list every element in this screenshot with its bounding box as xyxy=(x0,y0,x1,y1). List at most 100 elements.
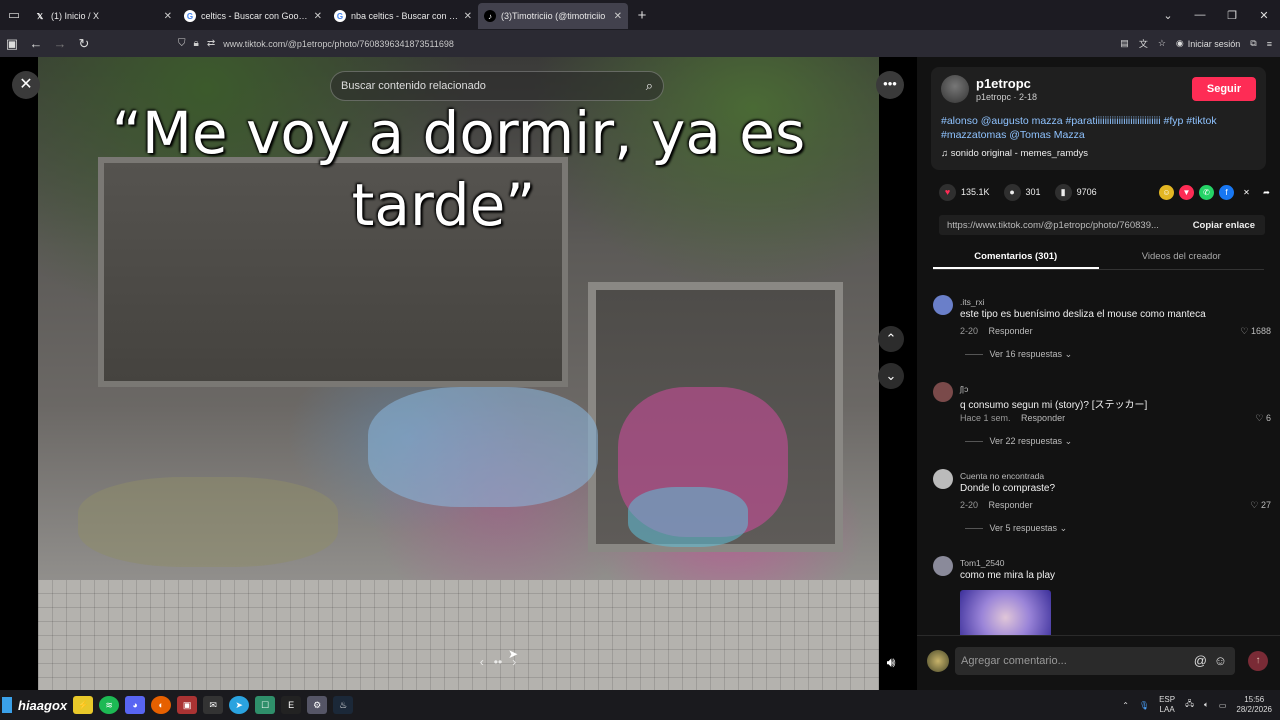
app-icon[interactable]: ▣ xyxy=(177,696,198,714)
comment-username[interactable]: Tom1_2540 xyxy=(960,558,1004,568)
mention-icon[interactable]: @ xyxy=(1194,647,1207,675)
signin-button[interactable]: ◉ Iniciar sesión xyxy=(1176,38,1240,49)
tab-google-celtics[interactable]: G celtics - Buscar con Google ✕ xyxy=(178,3,328,29)
tab-overflow-icon[interactable]: ⌄ xyxy=(1152,9,1184,22)
close-tab-icon[interactable]: ✕ xyxy=(464,11,472,22)
search-icon[interactable]: ⌕ xyxy=(646,78,653,94)
copy-link-button[interactable]: Copiar enlace xyxy=(1183,220,1265,231)
comment-username[interactable]: ʃ|ɔ xyxy=(960,384,968,394)
commenter-avatar[interactable] xyxy=(933,469,953,489)
permissions-icon[interactable]: ⇄ xyxy=(207,38,215,49)
next-post-button[interactable]: ⌄ xyxy=(878,363,904,389)
steam-icon[interactable]: ♨ xyxy=(333,696,354,714)
more-options-button[interactable]: ••• xyxy=(876,71,904,99)
minimize-icon[interactable]: — xyxy=(1184,9,1216,21)
comment-date: Hace 1 sem. xyxy=(960,413,1011,423)
view-replies-button[interactable]: Ver 5 respuestas ⌄ xyxy=(965,523,1068,534)
save-stat[interactable]: ▮ 9706 xyxy=(1054,183,1097,201)
language-indicator[interactable]: ESP LAA xyxy=(1159,695,1175,715)
commenter-avatar[interactable] xyxy=(933,382,953,402)
extensions-icon[interactable]: ⧉ xyxy=(1250,38,1256,49)
comment-input-placeholder: Agregar comentario... xyxy=(961,655,1067,667)
chat-app-icon[interactable]: ☐ xyxy=(255,696,276,714)
reply-button[interactable]: Responder xyxy=(989,500,1033,510)
url-text[interactable]: www.tiktok.com/@p1etropc/photo/760839634… xyxy=(223,39,454,49)
tray-expand-icon[interactable]: ⌃ xyxy=(1122,701,1129,710)
comment-like[interactable]: ♡ 27 xyxy=(1250,500,1271,511)
shield-icon[interactable]: ⛉ xyxy=(178,38,186,49)
pikachu-app-icon[interactable]: ⚡ xyxy=(73,696,94,714)
comment-username[interactable]: .its_rxi xyxy=(960,297,985,307)
discord-icon[interactable]: ◕ xyxy=(125,696,146,714)
close-tab-icon[interactable]: ✕ xyxy=(314,11,322,22)
previous-post-button[interactable]: ⌃ xyxy=(878,326,904,352)
network-icon[interactable]: 🖧︎ xyxy=(1185,698,1194,712)
spotify-icon[interactable]: ≋ xyxy=(99,696,120,714)
speaker-icon[interactable]: 🔈︎ xyxy=(1204,700,1209,710)
menu-icon[interactable]: ≡ xyxy=(1267,39,1272,49)
share-arrow-icon[interactable]: ➦ xyxy=(1259,185,1274,200)
back-icon[interactable]: ← xyxy=(24,36,48,51)
x-share-icon[interactable]: ✕ xyxy=(1239,185,1254,200)
maximize-icon[interactable]: ❐ xyxy=(1216,9,1248,22)
commenter-avatar[interactable] xyxy=(933,556,953,576)
close-window-icon[interactable]: ✕ xyxy=(1248,9,1280,22)
comment-like-count: 27 xyxy=(1260,500,1271,510)
lock-icon[interactable]: 🔒︎ xyxy=(194,38,199,49)
whatsapp-icon[interactable]: ✆ xyxy=(1199,184,1214,200)
comment-like[interactable]: ♡ 1688 xyxy=(1240,326,1271,337)
address-bar[interactable]: ⛉ 🔒︎ ⇄ www.tiktok.com/@p1etropc/photo/76… xyxy=(178,32,1078,55)
send-icon[interactable]: ▼ xyxy=(1179,184,1194,200)
tab-x[interactable]: 𝕏 (1) Inicio / X ✕ xyxy=(28,3,178,29)
translate-icon[interactable]: 文 xyxy=(1139,37,1148,50)
emoji-icon[interactable]: ☺ xyxy=(1214,647,1227,675)
battery-icon[interactable]: ▭ xyxy=(1219,701,1227,710)
view-replies-button[interactable]: Ver 22 respuestas ⌄ xyxy=(965,436,1073,447)
reload-icon[interactable]: ↻ xyxy=(72,36,96,52)
commenter-avatar[interactable] xyxy=(933,295,953,315)
tab-google-nba-celtics[interactable]: G nba celtics - Buscar con Google ✕ xyxy=(328,3,478,29)
view-replies-button[interactable]: Ver 16 respuestas ⌄ xyxy=(965,349,1073,360)
epic-games-icon[interactable]: ✉ xyxy=(203,696,224,714)
clock[interactable]: 15:56 28/2/2026 xyxy=(1236,695,1272,715)
settings-icon[interactable]: ⚙ xyxy=(307,696,328,714)
close-tab-icon[interactable]: ✕ xyxy=(164,11,172,22)
post-sound[interactable]: ♫ sonido original - memes_ramdys xyxy=(941,148,1088,159)
view-replies-label: Ver 22 respuestas xyxy=(989,436,1063,446)
epic-launcher-icon[interactable]: E xyxy=(281,696,302,714)
tab-creator-videos[interactable]: Videos del creador xyxy=(1099,247,1265,269)
firefox-icon[interactable]: ◐ xyxy=(151,696,172,714)
start-icon[interactable] xyxy=(2,697,12,713)
chevron-left-icon[interactable]: ‹ xyxy=(480,655,484,669)
embed-icon[interactable]: ☺ xyxy=(1159,184,1174,200)
telegram-icon[interactable]: ➤ xyxy=(229,696,250,714)
tab-list-icon[interactable]: ▭ xyxy=(0,0,28,30)
volume-icon[interactable]: 🔊︎ xyxy=(878,649,904,675)
author-avatar[interactable] xyxy=(941,75,969,103)
reader-view-icon[interactable]: ▤ xyxy=(1120,38,1129,49)
like-stat[interactable]: ♥ 135.1K xyxy=(939,183,990,201)
tab-tiktok[interactable]: ♪ (3)Timotriciio (@timotriciio ✕ xyxy=(478,3,628,29)
comment-username[interactable]: Cuenta no encontrada xyxy=(960,471,1044,481)
forward-icon[interactable]: → xyxy=(48,36,72,51)
comment-input[interactable]: Agregar comentario... @ ☺ xyxy=(955,647,1235,675)
new-tab-button[interactable]: + xyxy=(628,7,656,24)
comment-like[interactable]: ♡ 6 xyxy=(1255,413,1271,424)
comment-stat[interactable]: ● 301 xyxy=(1003,183,1041,201)
facebook-icon[interactable]: f xyxy=(1219,184,1234,200)
send-comment-button[interactable]: ↑ xyxy=(1248,651,1268,671)
comment-image[interactable] xyxy=(960,590,1051,635)
post-link[interactable]: https://www.tiktok.com/@p1etropc/photo/7… xyxy=(939,220,1183,231)
follow-button[interactable]: Seguir xyxy=(1192,77,1256,101)
author-username[interactable]: p1etropc xyxy=(976,76,1031,91)
close-tab-icon[interactable]: ✕ xyxy=(614,11,622,22)
microphone-icon[interactable]: 🎙︎ xyxy=(1139,701,1149,710)
reply-button[interactable]: Responder xyxy=(989,326,1033,336)
close-viewer-button[interactable]: ✕ xyxy=(12,71,40,99)
tab-comments[interactable]: Comentarios (301) xyxy=(933,247,1099,269)
bookmark-star-icon[interactable]: ☆ xyxy=(1158,38,1166,49)
post-description[interactable]: #alonso @augusto mazza #paratiiiiiiiiiii… xyxy=(941,114,1241,142)
sidebar-icon[interactable]: ▣ xyxy=(0,36,24,52)
comment-date: 2-20 xyxy=(960,500,979,510)
reply-button[interactable]: Responder xyxy=(1021,413,1065,423)
